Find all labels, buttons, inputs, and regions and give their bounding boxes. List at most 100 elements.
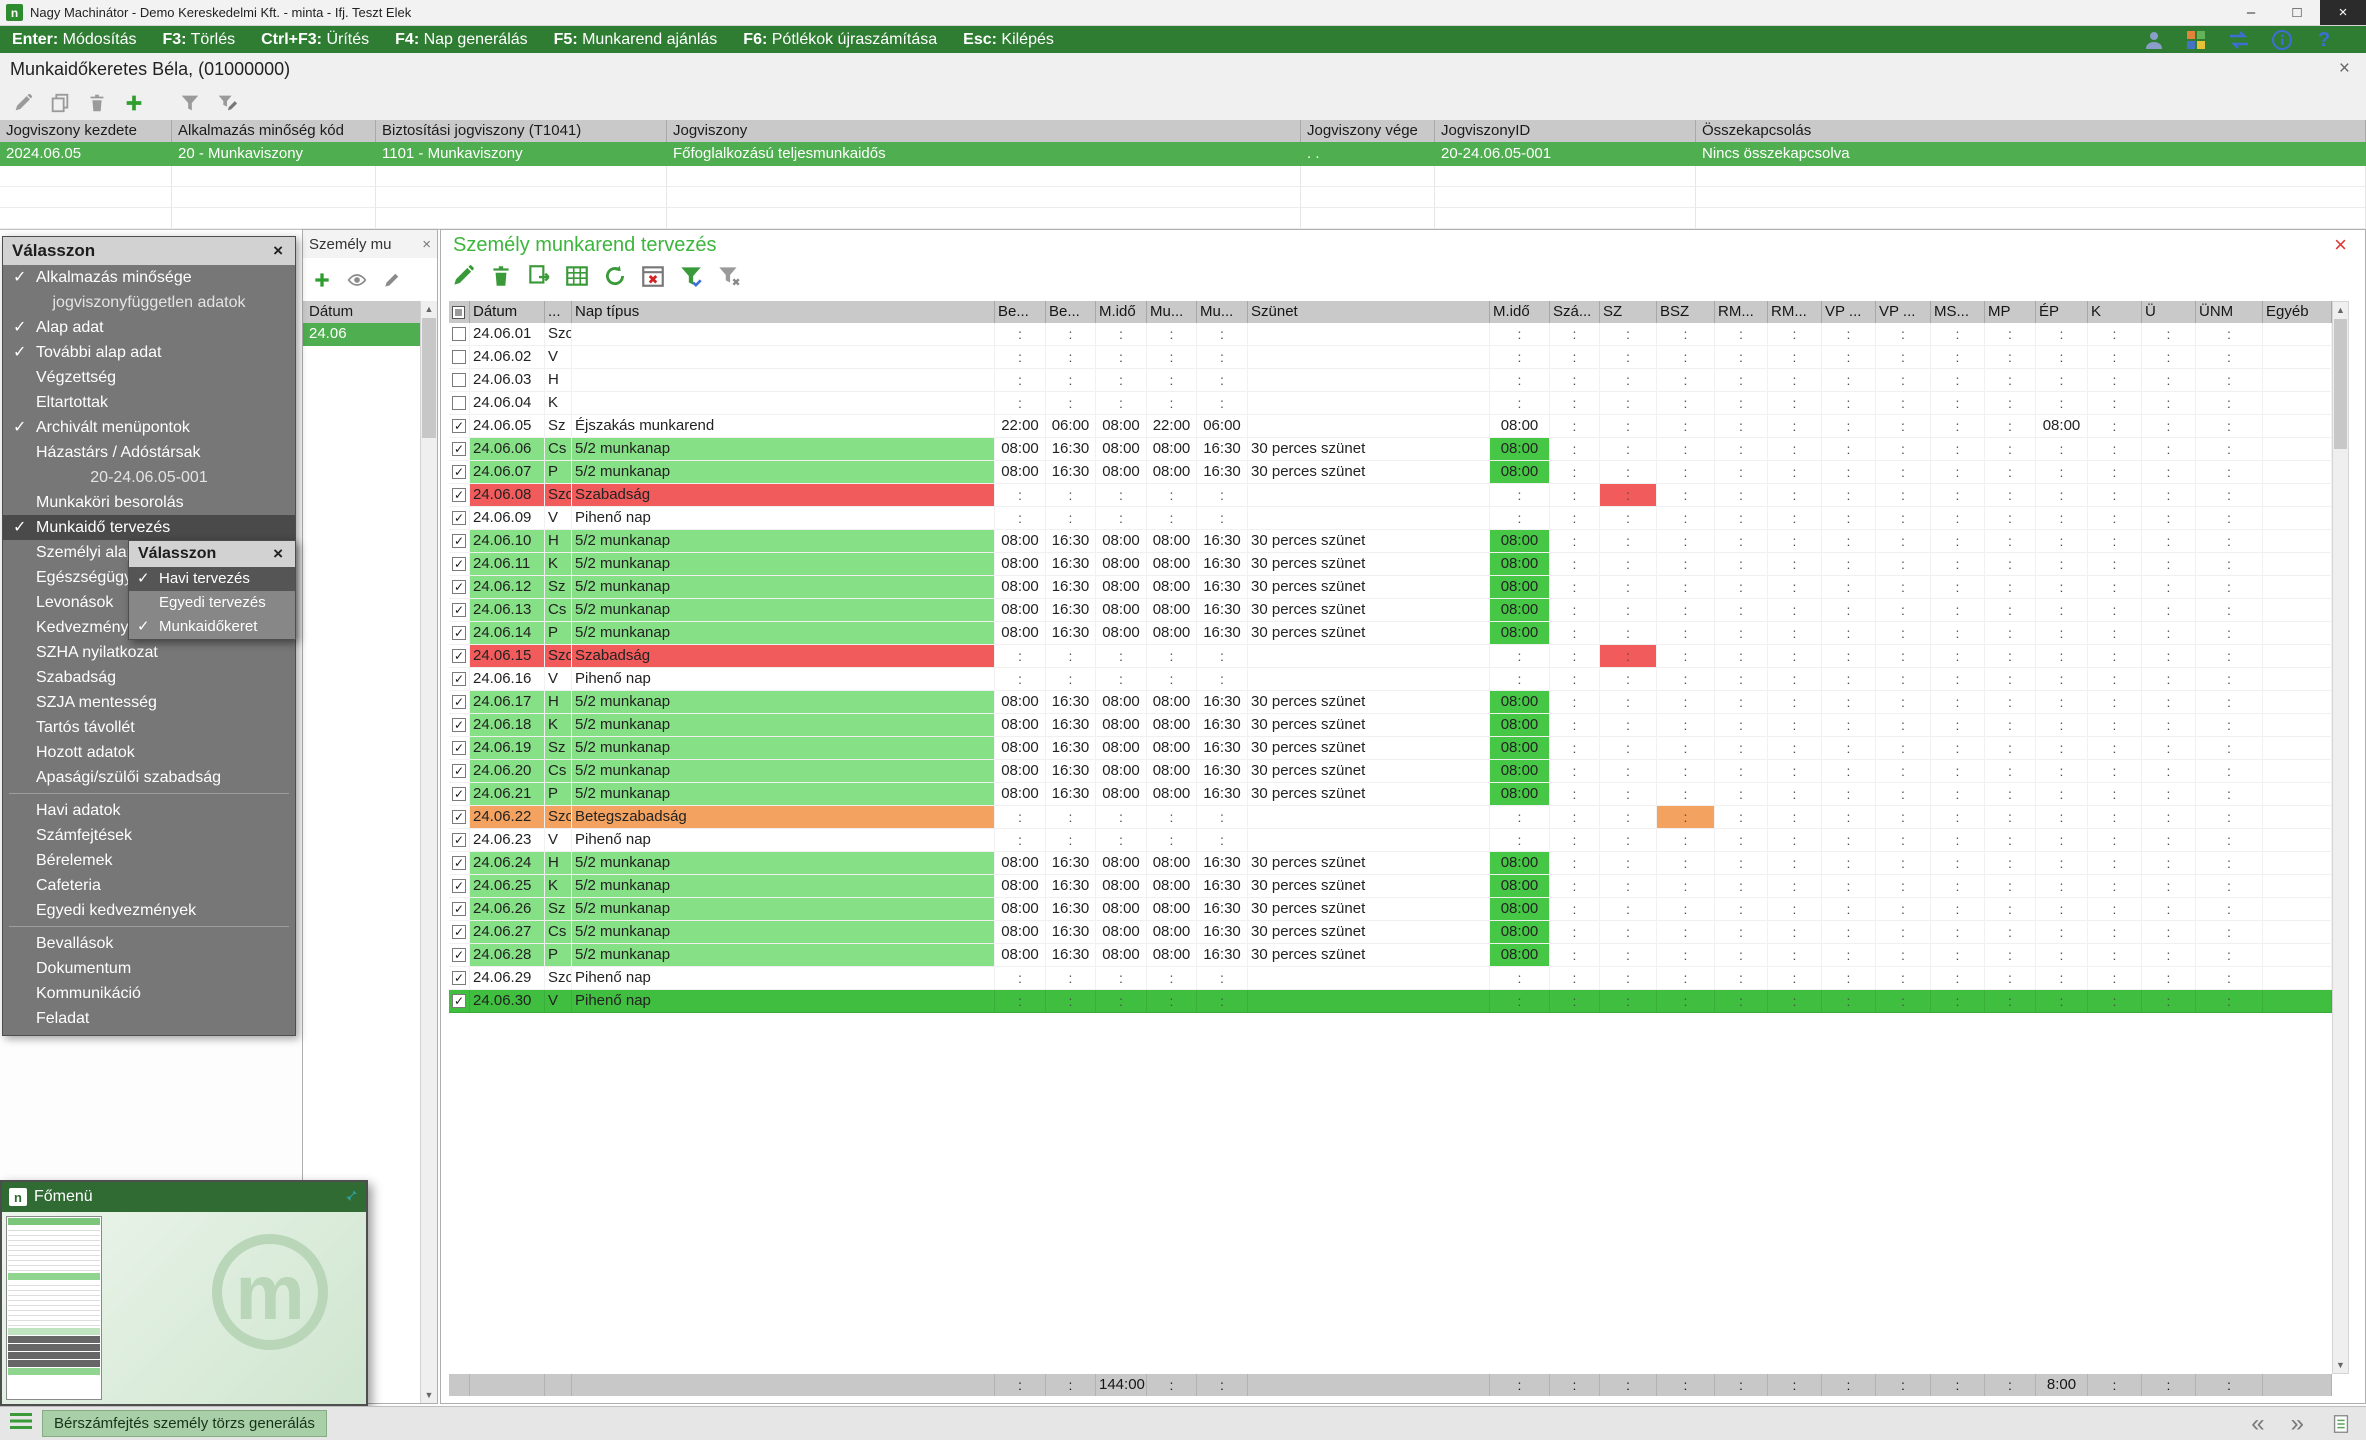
filter-icon[interactable] <box>176 89 204 117</box>
schedule-row[interactable]: ✓24.06.07P5/2 munkanap08:0016:3008:0008:… <box>449 461 2332 484</box>
row-checkbox[interactable]: ✓ <box>449 645 470 668</box>
sidebar-item[interactable]: Tartós távollét <box>3 715 295 740</box>
jog-header-cell[interactable]: Biztosítási jogviszony (T1041) <box>376 120 667 142</box>
delete-icon[interactable] <box>83 89 111 117</box>
schedule-row[interactable]: ✓24.06.30VPihenő nap::::::::::::::::::: <box>449 990 2332 1013</box>
sidebar-item[interactable]: ✓Archivált menüpontok <box>3 415 295 440</box>
sidebar-item[interactable]: SZJA mentesség <box>3 690 295 715</box>
row-checkbox[interactable]: ✓ <box>449 944 470 967</box>
row-checkbox[interactable]: ✓ <box>449 898 470 921</box>
schedule-row[interactable]: ✓24.06.13Cs5/2 munkanap08:0016:3008:0008… <box>449 599 2332 622</box>
column-header[interactable]: MP <box>1985 301 2036 323</box>
sidebar-item[interactable]: Hozott adatok <box>3 740 295 765</box>
column-header[interactable]: RM... <box>1768 301 1822 323</box>
checked-checkbox-icon[interactable]: ✓ <box>452 626 466 640</box>
jog-header-cell[interactable]: Jogviszony kezdete <box>0 120 172 142</box>
schedule-row[interactable]: ✓24.06.25K5/2 munkanap08:0016:3008:0008:… <box>449 875 2332 898</box>
row-checkbox[interactable]: ✓ <box>449 714 470 737</box>
jog-empty-row[interactable] <box>0 208 2366 229</box>
schedule-row[interactable]: ✓24.06.09VPihenő nap::::::::::::::::::: <box>449 507 2332 530</box>
checked-checkbox-icon[interactable]: ✓ <box>452 580 466 594</box>
row-checkbox[interactable]: ✓ <box>449 760 470 783</box>
edit-icon[interactable] <box>449 262 477 290</box>
column-header[interactable]: Szünet <box>1248 301 1490 323</box>
pin-icon[interactable] <box>341 1186 359 1209</box>
select-all-header[interactable] <box>449 301 470 323</box>
schedule-row[interactable]: ✓24.06.10H5/2 munkanap08:0016:3008:0008:… <box>449 530 2332 553</box>
menu-tree-thumbnail[interactable] <box>6 1216 102 1400</box>
scroll-thumb[interactable] <box>2334 319 2347 449</box>
row-checkbox[interactable]: ✓ <box>449 415 470 438</box>
menubar-item[interactable]: Esc: Kilépés <box>963 31 1054 49</box>
checked-checkbox-icon[interactable]: ✓ <box>452 603 466 617</box>
checked-checkbox-icon[interactable]: ✓ <box>452 695 466 709</box>
menubar-item[interactable]: Enter: Módosítás <box>12 31 137 49</box>
column-header[interactable]: VP ... <box>1876 301 1931 323</box>
view-icon[interactable] <box>343 266 371 294</box>
sidebar-item[interactable]: Havi adatok <box>3 798 295 823</box>
menubar-item[interactable]: F4: Nap generálás <box>395 31 528 49</box>
export-icon[interactable] <box>525 262 553 290</box>
row-checkbox[interactable]: ✓ <box>449 461 470 484</box>
schedule-row[interactable]: ✓24.06.26Sz5/2 munkanap08:0016:3008:0008… <box>449 898 2332 921</box>
sidebar-item[interactable]: Bérelemek <box>3 848 295 873</box>
schedule-row[interactable]: ✓24.06.22SzoBetegszabadság::::::::::::::… <box>449 806 2332 829</box>
filter-icon[interactable] <box>677 262 705 290</box>
row-checkbox[interactable]: ✓ <box>449 967 470 990</box>
schedule-row[interactable]: ✓24.06.05SzÉjszakás munkarend22:0006:000… <box>449 415 2332 438</box>
column-header[interactable]: Szá... <box>1550 301 1600 323</box>
employment-row-selected[interactable]: 2024.06.05 20 - Munkaviszony 1101 - Munk… <box>0 142 2366 166</box>
sidebar-item[interactable]: ✓További alap adat <box>3 340 295 365</box>
unchecked-checkbox-icon[interactable] <box>452 396 466 410</box>
scroll-up-icon[interactable]: ▲ <box>421 301 437 317</box>
sidebar-item[interactable]: Eltartottak <box>3 390 295 415</box>
checked-checkbox-icon[interactable]: ✓ <box>452 879 466 893</box>
scroll-down-icon[interactable]: ▼ <box>421 1387 437 1403</box>
sidebar-item[interactable]: Cafeteria <box>3 873 295 898</box>
row-checkbox[interactable]: ✓ <box>449 622 470 645</box>
date-panel-scrollbar[interactable]: ▲ ▼ <box>420 301 437 1403</box>
checked-checkbox-icon[interactable]: ✓ <box>452 672 466 686</box>
row-checkbox[interactable]: ✓ <box>449 668 470 691</box>
jog-empty-row[interactable] <box>0 166 2366 187</box>
schedule-row[interactable]: ✓24.06.08SzoSzabadság::::::::::::::::::: <box>449 484 2332 507</box>
checked-checkbox-icon[interactable]: ✓ <box>452 994 466 1008</box>
menubar-item[interactable]: Ctrl+F3: Ürítés <box>261 31 369 49</box>
column-header[interactable]: Egyéb <box>2263 301 2332 323</box>
sidebar-item[interactable]: Apasági/szülői szabadság <box>3 765 295 790</box>
schedule-row[interactable]: ✓24.06.16VPihenő nap::::::::::::::::::: <box>449 668 2332 691</box>
column-header[interactable]: VP ... <box>1822 301 1876 323</box>
column-header[interactable]: Ü <box>2142 301 2196 323</box>
sidebar-item[interactable]: Végzettség <box>3 365 295 390</box>
unchecked-checkbox-icon[interactable] <box>452 373 466 387</box>
checked-checkbox-icon[interactable]: ✓ <box>452 718 466 732</box>
column-header[interactable]: Mu... <box>1147 301 1197 323</box>
sidebar-item[interactable]: Bevallások <box>3 931 295 956</box>
column-header[interactable]: ÉP <box>2036 301 2088 323</box>
date-panel-close-icon[interactable]: × <box>422 236 431 253</box>
schedule-close-icon[interactable]: × <box>2334 232 2347 258</box>
schedule-row[interactable]: 24.06.04K::::::::::::::::::: <box>449 392 2332 415</box>
column-header[interactable]: MS... <box>1931 301 1985 323</box>
schedule-row[interactable]: ✓24.06.17H5/2 munkanap08:0016:3008:0008:… <box>449 691 2332 714</box>
jog-empty-row[interactable] <box>0 187 2366 208</box>
jog-header-cell[interactable]: Összekapcsolás <box>1696 120 2366 142</box>
column-header[interactable]: K <box>2088 301 2142 323</box>
minimize-button[interactable]: – <box>2228 0 2274 25</box>
schedule-row[interactable]: ✓24.06.20Cs5/2 munkanap08:0016:3008:0008… <box>449 760 2332 783</box>
row-checkbox[interactable]: ✓ <box>449 599 470 622</box>
jog-header-cell[interactable]: Jogviszony vége <box>1301 120 1435 142</box>
row-checkbox[interactable]: ✓ <box>449 875 470 898</box>
row-checkbox[interactable]: ✓ <box>449 484 470 507</box>
schedule-row[interactable]: ✓24.06.19Sz5/2 munkanap08:0016:3008:0008… <box>449 737 2332 760</box>
delete-icon[interactable] <box>487 262 515 290</box>
checked-checkbox-icon[interactable]: ✓ <box>452 856 466 870</box>
sidebar-item[interactable]: Feladat <box>3 1006 295 1031</box>
row-checkbox[interactable] <box>449 369 470 392</box>
schedule-row[interactable]: ✓24.06.27Cs5/2 munkanap08:0016:3008:0008… <box>449 921 2332 944</box>
add-icon[interactable] <box>308 266 336 294</box>
schedule-row[interactable]: ✓24.06.06Cs5/2 munkanap08:0016:3008:0008… <box>449 438 2332 461</box>
schedule-row[interactable]: ✓24.06.21P5/2 munkanap08:0016:3008:0008:… <box>449 783 2332 806</box>
sidebar-item[interactable]: ✓Alap adat <box>3 315 295 340</box>
sidebar-item[interactable]: Munkaköri besorolás <box>3 490 295 515</box>
